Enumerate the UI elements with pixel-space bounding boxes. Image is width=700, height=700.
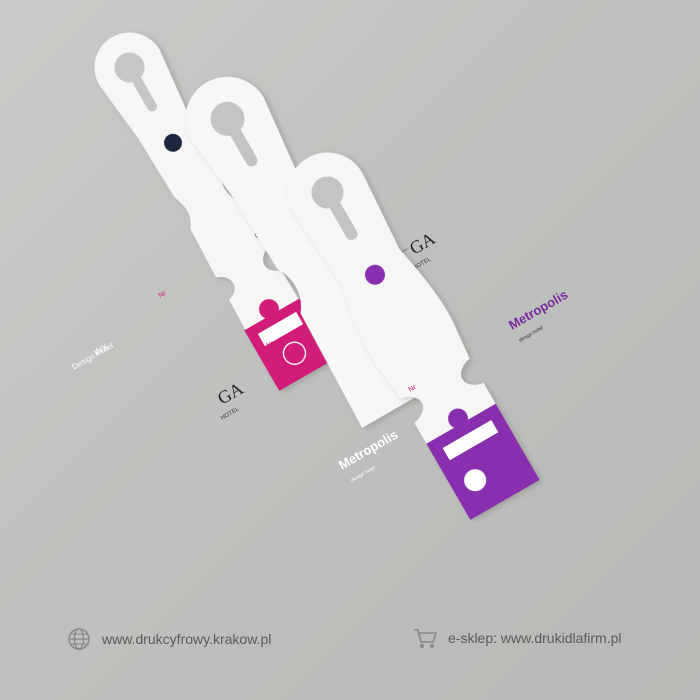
website-text: www.drukcyfrowy.krakow.pl xyxy=(102,631,272,647)
cart-icon xyxy=(414,629,437,648)
metropolis-bottom-brand-text: Metropolis xyxy=(336,427,400,473)
metropolis-top-brand-text: Metropolis xyxy=(506,287,570,333)
ga-top-brand-text: GA xyxy=(406,228,439,258)
globe-icon xyxy=(68,628,90,650)
footer: www.drukcyfrowy.krakow.pl e-sklep: www.d… xyxy=(0,604,700,662)
metropolis-top-sub-text: design hotel xyxy=(518,325,544,344)
metropolis-bottom-sub-text: design hotel xyxy=(350,465,376,484)
website-link[interactable]: www.drukcyfrowy.krakow.pl xyxy=(66,626,271,652)
product-photo: Nr INX Design Hotel Design Hotel GA HOTE… xyxy=(71,32,570,520)
shop-text: e-sklep: www.drukidlafirm.pl xyxy=(448,630,622,646)
shop-link[interactable]: e-sklep: www.drukidlafirm.pl xyxy=(412,626,622,650)
inx-field-label: Nr xyxy=(158,290,168,300)
inx-sub-text: Design Hotel xyxy=(71,341,115,372)
ga-bottom-brand-text: GA xyxy=(214,378,247,408)
